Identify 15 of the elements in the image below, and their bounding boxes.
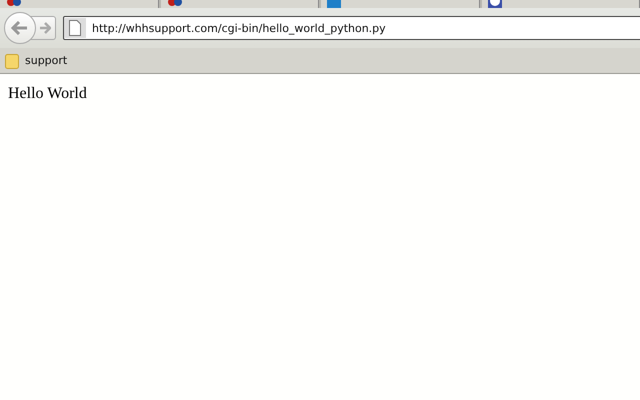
page-text: Hello World (8, 85, 87, 103)
address-field[interactable]: http://whhsupport.com/cgi-bin/hello_world_python.py (63, 16, 640, 40)
circle-icon (488, 0, 502, 8)
back-button[interactable] (4, 12, 36, 44)
logo-icon (6, 0, 22, 8)
browser-tab[interactable] (160, 0, 319, 8)
logo-icon (166, 0, 182, 8)
page-icon (64, 18, 86, 38)
square-icon (327, 0, 341, 8)
left-arrow-icon (11, 21, 29, 35)
folder-icon (5, 52, 19, 68)
browser-tab[interactable] (0, 0, 158, 8)
bookmark-folder[interactable]: support (5, 52, 68, 68)
browser-tab[interactable] (482, 0, 640, 8)
right-arrow-icon (38, 22, 50, 34)
